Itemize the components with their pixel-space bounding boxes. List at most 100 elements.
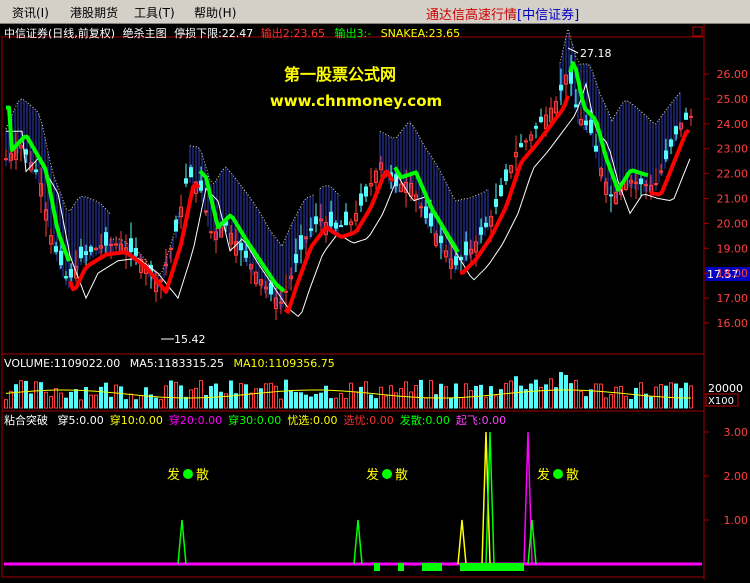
watermark-title: 第一股票公式网: [284, 65, 396, 84]
volume-bar: [89, 394, 93, 409]
menu-info[interactable]: 资讯(I): [12, 4, 49, 21]
candle-body: [609, 194, 613, 197]
volume-header: VOLUME:1109022.00 MA5:1183315.25 MA10:11…: [4, 357, 335, 370]
volume-bar: [429, 379, 433, 409]
price-y-axis: 26.00 25.00 24.00 23.00 22.00 21.00 20.00 19.00…: [704, 68, 748, 330]
volume-bar: [339, 392, 343, 409]
volume-bar: [519, 385, 523, 409]
menu-tools[interactable]: 工具(T): [134, 4, 175, 21]
menu-help[interactable]: 帮助(H): [194, 4, 236, 21]
price-y-label: 25.00: [717, 93, 749, 106]
signal-item: 起飞:0.00: [456, 414, 506, 427]
candle-body: [314, 216, 318, 225]
volume-bar: [669, 382, 673, 409]
volume-bar: [504, 382, 508, 409]
volume-bar: [109, 396, 113, 409]
price-y-label: 17.00: [717, 292, 749, 305]
volume-bar: [394, 392, 398, 409]
candle-body: [594, 145, 598, 152]
volume-bar: [309, 396, 313, 409]
san-label: 散: [196, 468, 209, 483]
candle-body: [84, 251, 88, 256]
volume-bar: [39, 382, 43, 409]
candle-body: [169, 247, 173, 250]
volume-bar: [649, 396, 653, 409]
fa-label: 发: [366, 467, 379, 483]
volume-bar: [589, 389, 593, 409]
candle-body: [279, 301, 283, 304]
volume-bar: [474, 385, 478, 409]
signal-block: [460, 563, 524, 571]
volume-bar: [374, 398, 378, 409]
volume-bar: [304, 394, 308, 409]
volume-bar: [134, 399, 138, 409]
volume-bar: [139, 394, 143, 409]
volume-bar: [289, 390, 293, 409]
volume-bar: [64, 397, 68, 409]
candle-body: [209, 231, 213, 234]
signal-item: 穿10:0.00: [110, 413, 163, 427]
volume-bar: [344, 397, 348, 409]
candle-body: [664, 150, 668, 160]
menu-hk-futures[interactable]: 港股期货: [70, 4, 118, 21]
volume-bar: [174, 381, 178, 409]
candle-body: [174, 219, 178, 232]
volume-bar: [214, 383, 218, 409]
candle-body: [69, 268, 73, 278]
volume-bar: [9, 390, 13, 409]
volume-bar: [509, 380, 513, 409]
signal-y-label: 1.00: [724, 514, 749, 527]
price-y-label: 23.00: [717, 143, 749, 156]
candle-body: [59, 250, 63, 266]
volume-bar: [604, 397, 608, 409]
chart-area[interactable]: 中信证券(日线,前复权) 绝杀主图 停损下限:22.47 输出2:23.65 输…: [0, 24, 750, 580]
kline-chart[interactable]: 中信证券(日线,前复权) 绝杀主图 停损下限:22.47 输出2:23.65 输…: [0, 24, 750, 580]
volume-bar: [594, 383, 598, 409]
price-y-label: 19.00: [717, 242, 749, 255]
signal-spike: [523, 431, 533, 565]
candle-body: [309, 228, 313, 231]
candle-body: [504, 169, 508, 182]
volume-bar: [29, 393, 33, 409]
volume-bar: [69, 391, 73, 409]
volume-bar: [404, 381, 408, 409]
volume-bar: [74, 389, 78, 409]
volume-bar: [489, 386, 493, 409]
candle-body: [34, 169, 38, 173]
fa-label: 发: [167, 467, 180, 483]
panel-toggle-icon[interactable]: [692, 26, 703, 37]
san-label: 散: [395, 468, 408, 483]
candle-body: [559, 84, 563, 91]
volume-bar: [659, 384, 663, 409]
candle-body: [334, 222, 338, 229]
candle-body: [344, 211, 348, 226]
volume-bar: [14, 384, 18, 409]
candle-body: [534, 125, 538, 129]
volume-bar: [484, 396, 488, 409]
candle-body: [54, 246, 58, 252]
volume-plot: [4, 372, 693, 409]
volume-bar: [334, 397, 338, 409]
volume-bar: [399, 387, 403, 409]
candle-body: [364, 186, 368, 197]
volume-bar: [179, 385, 183, 409]
volume-bar: [634, 387, 638, 409]
volume-bar: [299, 392, 303, 409]
signal-item: 穿20:0.00: [169, 413, 222, 427]
volume-bar: [79, 399, 83, 409]
volume-bar: [264, 383, 268, 409]
signal-block: [398, 563, 404, 571]
volume-bar: [674, 383, 678, 409]
volume-bar: [624, 395, 628, 409]
candle-body: [184, 178, 188, 184]
price-y-label: 24.00: [717, 118, 749, 131]
volume-bar: [439, 383, 443, 409]
volume-bar: [449, 397, 453, 409]
candle-body: [464, 241, 468, 256]
volume-bar: [239, 382, 243, 409]
signal-y-label: 2.00: [724, 470, 749, 483]
candle-body: [644, 184, 648, 187]
output3-value: 输出3:-: [335, 26, 372, 40]
volume-bar: [689, 385, 693, 409]
main-header: 中信证券(日线,前复权) 绝杀主图 停损下限:22.47 输出2:23.65 输…: [4, 26, 460, 40]
